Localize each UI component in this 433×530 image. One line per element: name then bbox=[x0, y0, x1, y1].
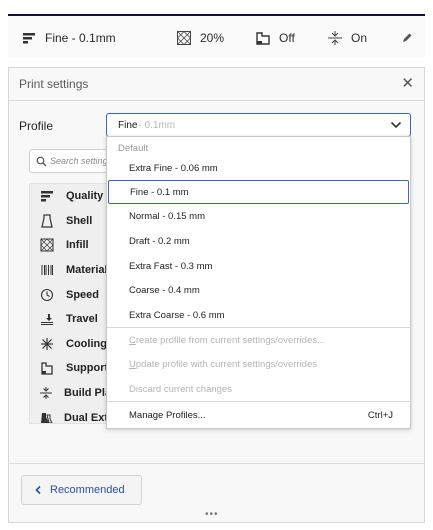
chevron-down-icon bbox=[390, 120, 402, 133]
menu-item-profile[interactable]: Coarse - 0.4 mm bbox=[107, 278, 410, 302]
menu-item-label: Normal - 0.15 mm bbox=[129, 210, 206, 222]
profile-select[interactable]: Fine - 0.1mm bbox=[106, 113, 411, 137]
infill-icon bbox=[175, 29, 193, 47]
support-icon bbox=[39, 360, 55, 376]
menu-item-label: Extra Coarse - 0.6 mm bbox=[129, 309, 225, 321]
menu-item-label: Extra Fast - 0.3 mm bbox=[129, 260, 213, 272]
infill-icon bbox=[39, 237, 55, 253]
travel-icon bbox=[39, 311, 55, 327]
category-speed[interactable]: Speed bbox=[30, 282, 110, 307]
category-label: Support bbox=[66, 362, 109, 375]
menu-item-label: Discard current changes bbox=[129, 383, 232, 395]
category-label: Material bbox=[66, 264, 108, 277]
menu-item-profile[interactable]: Normal - 0.15 mm bbox=[107, 204, 410, 228]
adhesion-icon bbox=[39, 385, 53, 401]
menu-item-manage-profiles[interactable]: Manage Profiles... Ctrl+J bbox=[107, 403, 410, 427]
category-support[interactable]: Support bbox=[30, 356, 110, 381]
profile-select-value: Fine bbox=[118, 119, 138, 131]
menu-item-label: Manage Profiles... bbox=[129, 409, 206, 421]
adhesion-icon bbox=[326, 29, 344, 47]
resize-grip-icon[interactable]: ••• bbox=[205, 510, 219, 520]
profile-dropdown-menu: Default Extra Fine - 0.06 mm Fine - 0.1 … bbox=[106, 136, 411, 429]
adhesion-summary[interactable]: On bbox=[326, 16, 367, 60]
menu-item-profile[interactable]: Extra Fine - 0.06 mm bbox=[107, 156, 410, 180]
category-shell[interactable]: Shell bbox=[30, 209, 110, 234]
category-adhesion[interactable]: Build Plate Adhesion bbox=[30, 381, 110, 406]
category-dual-extrusion[interactable]: Dual Extrusion bbox=[30, 405, 111, 424]
infill-summary-label: 20% bbox=[200, 31, 225, 45]
menu-item-profile[interactable]: Draft - 0.2 mm bbox=[107, 229, 410, 253]
support-summary-label: Off bbox=[279, 31, 295, 45]
pencil-icon bbox=[398, 29, 416, 47]
category-label: Speed bbox=[66, 288, 100, 301]
profile-label: Profile bbox=[19, 119, 54, 133]
close-icon[interactable]: ✕ bbox=[401, 76, 414, 92]
chevron-left-icon bbox=[34, 485, 42, 495]
category-travel[interactable]: Travel bbox=[30, 307, 110, 332]
profile-summary-label: Fine - 0.1mm bbox=[45, 31, 116, 45]
category-label: Build Plate Adhesion bbox=[64, 387, 110, 400]
speed-icon bbox=[39, 287, 55, 303]
profile-summary[interactable]: Fine - 0.1mm bbox=[20, 16, 116, 60]
profile-select-subvalue: - 0.1mm bbox=[138, 119, 176, 131]
support-summary[interactable]: Off bbox=[254, 16, 295, 60]
quality-icon bbox=[20, 29, 38, 47]
support-icon bbox=[254, 29, 272, 47]
menu-item-mnemonic: U bbox=[129, 358, 136, 370]
category-label: Cooling bbox=[66, 337, 107, 350]
search-placeholder: Search settings bbox=[50, 156, 111, 166]
panel-header: Print settings ✕ bbox=[9, 68, 424, 101]
menu-item-shortcut: Ctrl+J bbox=[367, 409, 393, 421]
material-icon bbox=[39, 262, 55, 278]
category-infill[interactable]: Infill bbox=[30, 233, 110, 258]
menu-item-mnemonic: C bbox=[129, 334, 136, 346]
edit-settings-button[interactable] bbox=[398, 16, 423, 60]
menu-item-label: Coarse - 0.4 mm bbox=[129, 284, 200, 296]
quality-icon bbox=[39, 188, 55, 204]
menu-item-update-profile[interactable]: Update profile with current settings/ove… bbox=[107, 352, 410, 376]
footer-divider bbox=[9, 463, 424, 464]
category-label: Infill bbox=[66, 239, 89, 252]
settings-category-list: Quality Shell Infill Material Speed Trav… bbox=[29, 183, 111, 424]
cooling-icon bbox=[39, 336, 55, 352]
dual-extrusion-icon bbox=[39, 410, 53, 423]
panel-title: Print settings bbox=[19, 77, 89, 91]
search-input[interactable]: Search settings bbox=[29, 149, 111, 173]
infill-summary[interactable]: 20% bbox=[175, 16, 224, 60]
category-material[interactable]: Material bbox=[30, 258, 110, 283]
menu-item-label: pdate profile with current settings/over… bbox=[135, 358, 317, 370]
recommended-button[interactable]: Recommended bbox=[21, 475, 142, 505]
menu-item-profile-selected[interactable]: Fine - 0.1 mm bbox=[108, 180, 409, 204]
category-label: Shell bbox=[66, 214, 93, 227]
menu-item-label: reate profile from current settings/over… bbox=[135, 334, 325, 346]
adhesion-summary-label: On bbox=[351, 31, 368, 45]
category-label: Dual Extrusion bbox=[64, 411, 111, 424]
category-label: Travel bbox=[66, 313, 98, 326]
menu-item-create-profile[interactable]: Create profile from current settings/ove… bbox=[107, 328, 410, 352]
category-label: Quality bbox=[66, 190, 104, 203]
print-setup-bar[interactable]: Fine - 0.1mm 20% Off On bbox=[8, 14, 425, 58]
menu-item-discard-changes[interactable]: Discard current changes bbox=[107, 377, 410, 401]
menu-item-profile[interactable]: Extra Fast - 0.3 mm bbox=[107, 254, 410, 278]
search-icon bbox=[36, 156, 47, 167]
menu-item-profile[interactable]: Extra Coarse - 0.6 mm bbox=[107, 303, 410, 327]
dropdown-section-header: Default bbox=[118, 143, 149, 154]
menu-item-label: Draft - 0.2 mm bbox=[129, 235, 190, 247]
menu-divider bbox=[107, 401, 410, 402]
menu-item-label: Extra Fine - 0.06 mm bbox=[129, 162, 218, 174]
shell-icon bbox=[39, 213, 55, 229]
category-cooling[interactable]: Cooling bbox=[30, 332, 110, 357]
recommended-label: Recommended bbox=[50, 484, 125, 496]
category-quality[interactable]: Quality bbox=[30, 184, 110, 209]
menu-item-label: Fine - 0.1 mm bbox=[130, 186, 189, 198]
